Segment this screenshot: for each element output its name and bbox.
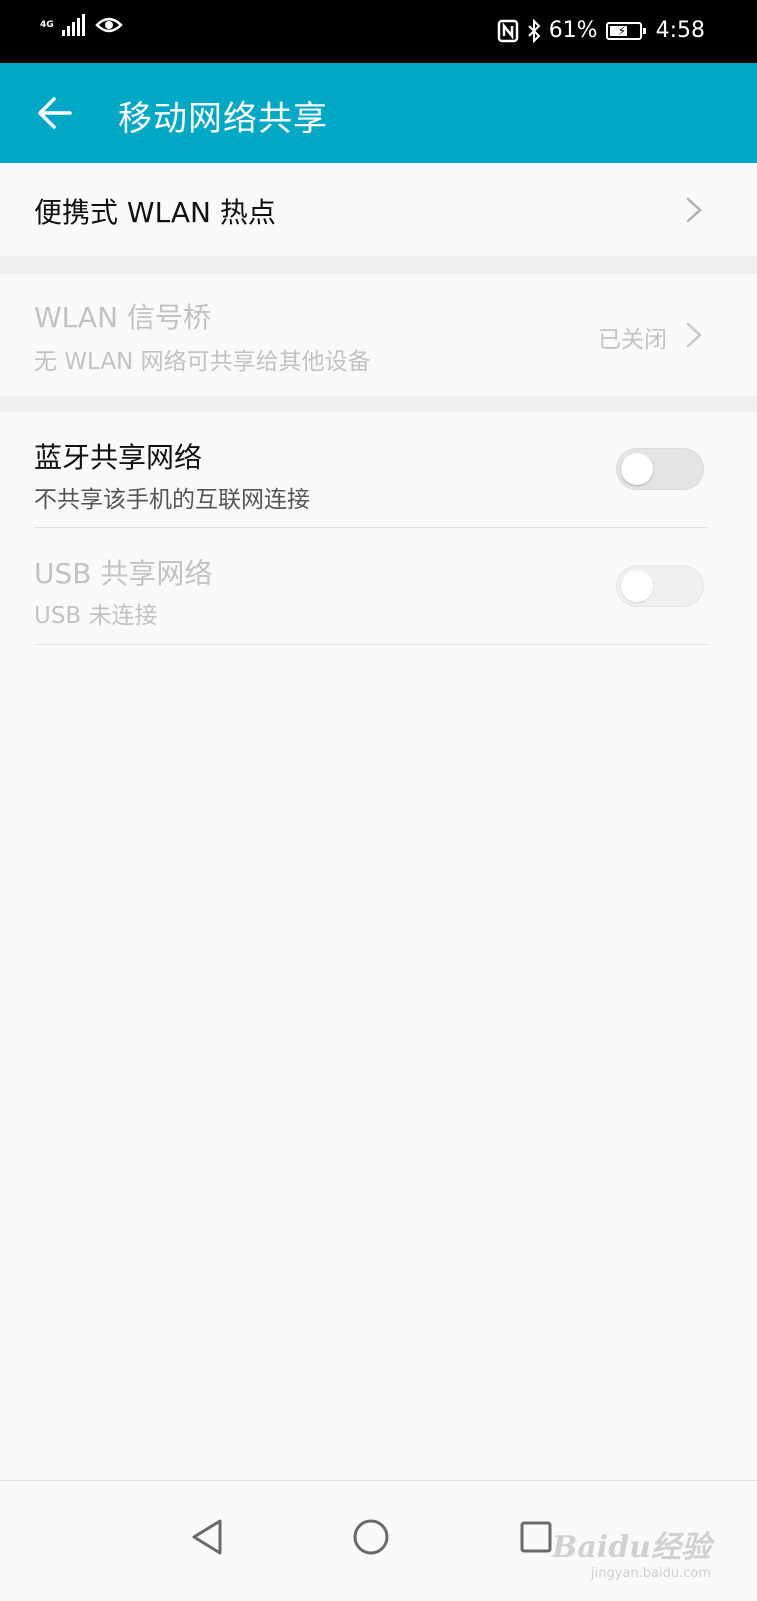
chevron-right-icon (686, 322, 702, 348)
arrow-left-icon (38, 97, 72, 129)
section-gap (0, 256, 757, 274)
navigation-bar: Baidu经验 jingyan.baidu.com (0, 1480, 757, 1601)
toggle-knob (621, 570, 653, 602)
watermark: Baidu经验 jingyan.baidu.com (552, 1522, 711, 1581)
section-gap (0, 396, 757, 412)
battery-percent: 61% (548, 18, 598, 43)
hotspot-title: 便携式 WLAN 热点 (34, 196, 276, 229)
chevron-right-icon (686, 197, 702, 223)
bluetooth-icon (527, 18, 541, 43)
usb-tether-title: USB 共享网络 (34, 557, 213, 590)
eye-comfort-icon (95, 17, 123, 33)
bluetooth-tether-row: 蓝牙共享网络 不共享该手机的互联网连接 (0, 412, 757, 527)
bluetooth-tether-title: 蓝牙共享网络 (34, 441, 203, 474)
usb-tether-toggle[interactable] (616, 565, 704, 607)
usb-tether-row: USB 共享网络 USB 未连接 (0, 528, 757, 644)
nav-home-button[interactable] (343, 1509, 399, 1565)
bluetooth-tether-subtitle: 不共享该手机的互联网连接 (34, 487, 310, 513)
triangle-back-icon (192, 1519, 222, 1555)
status-bar: 4G 61% ⚡ 4:58 (0, 0, 757, 63)
wlan-bridge-row[interactable]: WLAN 信号桥 无 WLAN 网络可共享给其他设备 已关闭 (0, 274, 757, 396)
charging-icon: ⚡ (617, 23, 627, 38)
status-left: 4G (40, 14, 123, 36)
back-button[interactable] (30, 85, 86, 141)
wlan-bridge-subtitle: 无 WLAN 网络可共享给其他设备 (34, 349, 371, 375)
toggle-knob (621, 453, 653, 485)
circle-home-icon (353, 1519, 389, 1555)
hotspot-row[interactable]: 便携式 WLAN 热点 (0, 163, 757, 256)
wlan-bridge-status: 已关闭 (598, 327, 667, 353)
clock: 4:58 (655, 18, 705, 43)
nfc-icon (497, 19, 518, 42)
bluetooth-tether-toggle[interactable] (616, 448, 704, 490)
nav-back-button[interactable] (180, 1509, 236, 1565)
page-title: 移动网络共享 (118, 99, 328, 139)
app-bar: 移动网络共享 (0, 63, 757, 163)
watermark-url: jingyan.baidu.com (591, 1566, 711, 1581)
network-type: 4G (40, 19, 54, 30)
signal-icon (62, 14, 85, 36)
divider (34, 644, 709, 645)
wlan-bridge-title: WLAN 信号桥 (34, 301, 211, 334)
status-right: 61% ⚡ 4:58 (497, 18, 705, 43)
usb-tether-subtitle: USB 未连接 (34, 603, 158, 629)
battery-icon: ⚡ (605, 21, 646, 40)
watermark-logo: Baidu经验 (552, 1530, 711, 1565)
